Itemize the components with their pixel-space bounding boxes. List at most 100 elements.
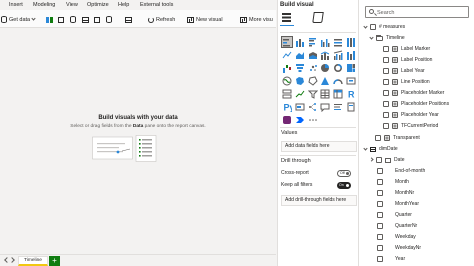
checkbox[interactable]: [383, 57, 389, 63]
gauge-icon[interactable]: [332, 75, 344, 87]
field-row[interactable]: MonthYear: [377, 199, 419, 209]
stacked-area-chart-icon[interactable]: [307, 49, 319, 61]
line-chart-icon[interactable]: [281, 49, 293, 61]
table-visual-icon[interactable]: [319, 88, 331, 100]
transform-button[interactable]: [125, 15, 134, 24]
menu-optimize[interactable]: Optimize: [87, 2, 109, 8]
clustered-column-chart-icon[interactable]: [320, 36, 332, 48]
multi-row-card-icon[interactable]: [281, 88, 293, 100]
kpi-icon[interactable]: [294, 88, 306, 100]
checkbox[interactable]: [377, 212, 383, 218]
map-icon[interactable]: [281, 75, 293, 87]
get-data-button[interactable]: Get data: [1, 15, 36, 24]
power-apps-icon[interactable]: [281, 114, 293, 126]
checkbox[interactable]: [383, 123, 389, 129]
more-visuals-button[interactable]: More visu: [240, 15, 273, 24]
checkbox[interactable]: [377, 256, 383, 262]
menu-modeling[interactable]: Modeling: [33, 2, 55, 8]
python-visual-icon[interactable]: Py: [281, 101, 293, 113]
waterfall-chart-icon[interactable]: [281, 62, 293, 74]
treemap-icon[interactable]: [345, 62, 357, 74]
field-row[interactable]: Month: [377, 177, 409, 187]
new-visual-button[interactable]: New visual: [187, 15, 223, 24]
field-row[interactable]: ▦ Line Position: [383, 77, 430, 87]
build-visual-tab-icon[interactable]: [281, 12, 292, 23]
search-input[interactable]: [377, 8, 467, 17]
qa-icon[interactable]: [319, 101, 331, 113]
checkbox[interactable]: [383, 112, 389, 118]
decomposition-tree-icon[interactable]: [307, 101, 319, 113]
slicer-icon[interactable]: [307, 88, 319, 100]
field-row[interactable]: ▦ Label Year: [383, 66, 425, 76]
power-automate-icon[interactable]: [294, 114, 306, 126]
stacked-bar-chart-icon[interactable]: [281, 36, 293, 48]
refresh-button[interactable]: Refresh: [148, 15, 175, 24]
stacked-column-chart-icon[interactable]: [294, 36, 306, 48]
menu-help[interactable]: Help: [118, 2, 129, 8]
field-row[interactable]: ▦ Placeholder Positions: [383, 99, 449, 109]
line-and-clustered-column-icon[interactable]: [332, 49, 344, 61]
dataverse-button[interactable]: [94, 15, 102, 24]
checkbox[interactable]: [383, 101, 389, 107]
checkbox[interactable]: [377, 223, 383, 229]
funnel-chart-icon[interactable]: [294, 62, 306, 74]
field-row[interactable]: End-of-month: [377, 166, 425, 176]
menu-insert[interactable]: Insert: [9, 2, 23, 8]
next-page-icon[interactable]: [9, 257, 15, 263]
checkbox[interactable]: [377, 234, 383, 240]
cross-report-toggle[interactable]: Off: [337, 170, 351, 177]
keep-filters-toggle[interactable]: On: [337, 182, 351, 189]
menu-external-tools[interactable]: External tools: [140, 2, 173, 8]
checkbox[interactable]: [383, 68, 389, 74]
date-hierarchy-row[interactable]: Date: [369, 155, 405, 165]
checkbox[interactable]: [377, 168, 383, 174]
field-row[interactable]: QuarterNr: [377, 221, 417, 231]
100-stacked-bar-icon[interactable]: [332, 36, 344, 48]
report-canvas[interactable]: Build visuals with your data Select or d…: [0, 28, 276, 254]
matrix-icon[interactable]: [332, 88, 344, 100]
checkbox[interactable]: [377, 179, 383, 185]
area-chart-icon[interactable]: [294, 49, 306, 61]
add-page-button[interactable]: +: [49, 256, 60, 266]
paginated-report-icon[interactable]: [345, 101, 357, 113]
checkbox[interactable]: [383, 46, 389, 52]
ribbon-chart-icon[interactable]: [345, 49, 357, 61]
timeline-folder-row[interactable]: Timeline: [369, 33, 405, 43]
onelake-button[interactable]: [58, 15, 66, 24]
pie-chart-icon[interactable]: [319, 62, 331, 74]
dimdate-table-row[interactable]: dimDate: [363, 144, 398, 154]
field-row[interactable]: ▦ Label Position: [383, 55, 432, 65]
drill-through-drop-well[interactable]: Add drill-through fields here: [281, 195, 357, 206]
filled-map-icon[interactable]: [294, 75, 306, 87]
checkbox[interactable]: [383, 79, 389, 85]
field-row[interactable]: Quarter: [377, 210, 412, 220]
recent-sources-button[interactable]: [106, 15, 114, 24]
r-visual-icon[interactable]: R: [345, 88, 357, 100]
shape-map-icon[interactable]: [307, 75, 319, 87]
enter-data-button[interactable]: [82, 15, 91, 24]
checkbox[interactable]: [377, 190, 383, 196]
smart-narrative-icon[interactable]: [332, 101, 344, 113]
more-visuals-ellipsis-icon[interactable]: [307, 114, 319, 126]
field-row[interactable]: ▦ Placeholder Year: [383, 110, 439, 120]
field-row[interactable]: MonthNr: [377, 188, 414, 198]
field-row[interactable]: ▦ Label Marker: [383, 44, 430, 54]
values-drop-well[interactable]: Add data fields here: [281, 141, 357, 152]
menu-view[interactable]: View: [66, 2, 78, 8]
100-stacked-column-icon[interactable]: [345, 36, 357, 48]
checkbox[interactable]: [376, 157, 382, 163]
field-row[interactable]: WeekdayNr: [377, 243, 421, 253]
checkbox[interactable]: [377, 245, 383, 251]
donut-chart-icon[interactable]: [332, 62, 344, 74]
format-visual-tab-icon[interactable]: [312, 12, 324, 23]
measures-table-row[interactable]: # measures: [363, 22, 405, 32]
field-row[interactable]: ▦ Transparent: [375, 133, 420, 143]
field-row[interactable]: ▦ TFCurrentPeriod: [383, 121, 438, 131]
scatter-chart-icon[interactable]: [307, 62, 319, 74]
sql-button[interactable]: [70, 15, 78, 24]
azure-map-icon[interactable]: [319, 75, 331, 87]
checkbox[interactable]: [377, 201, 383, 207]
page-tab-timeline[interactable]: Timeline: [18, 256, 48, 266]
field-row[interactable]: Weekday: [377, 232, 416, 242]
checkbox[interactable]: [383, 90, 389, 96]
